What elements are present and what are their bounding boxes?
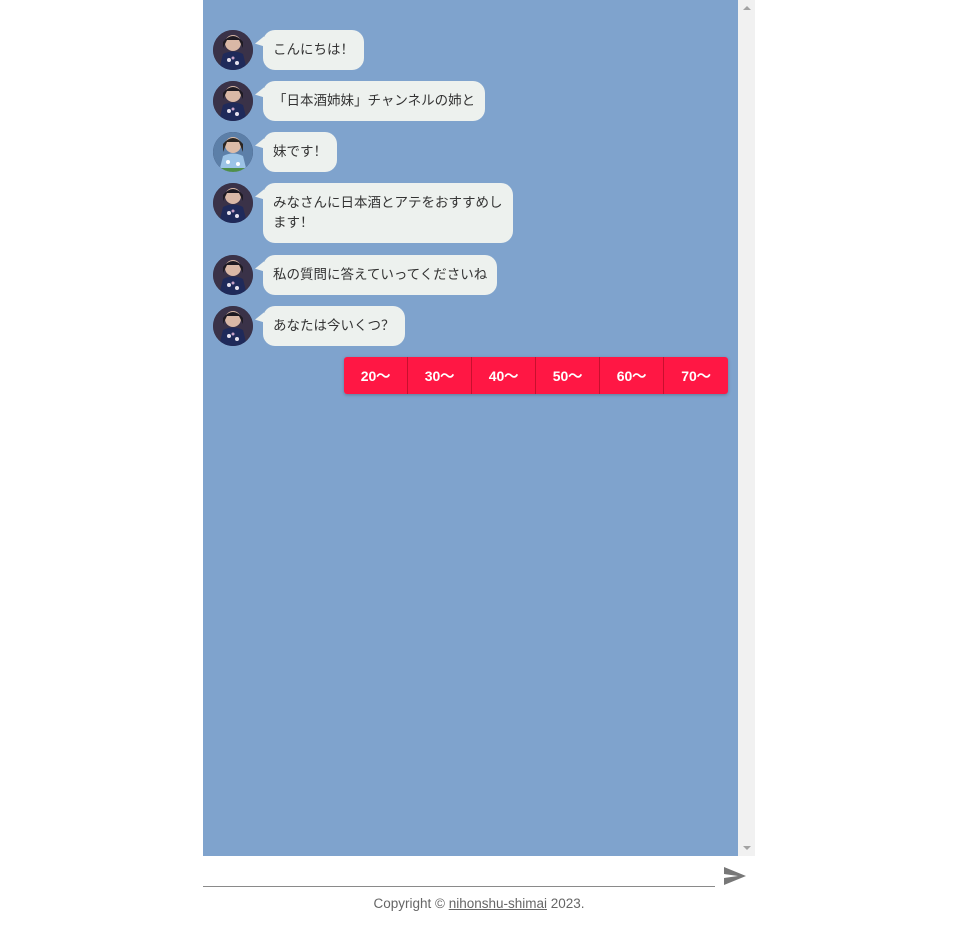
choice-button-50[interactable]: 50〜 [536,357,600,394]
message-bubble: 「日本酒姉妹」チャンネルの姉と [263,81,486,121]
message-bubble: みなさんに日本酒とアテをおすすめします！ [263,183,513,243]
sister-avatar [213,183,253,223]
copyright-suffix: 2023. [547,896,585,911]
send-button[interactable] [722,864,748,888]
choice-button-30[interactable]: 30〜 [408,357,472,394]
chat-scrollbar[interactable] [738,0,755,856]
chat-area: こんにちは！ 「日本酒姉妹」チャンネルの姉と 妹です！ みなさんに日本酒とアテを… [203,0,738,856]
sister-avatar [213,81,253,121]
send-icon [724,867,746,885]
message-bubble: こんにちは！ [263,30,364,70]
sister-avatar [213,30,253,70]
message-input[interactable] [203,862,715,886]
younger-sister-avatar [213,132,253,172]
choice-button-60[interactable]: 60〜 [600,357,664,394]
message-bubble: あなたは今いくつ？ [263,306,405,346]
message-bubble: 妹です！ [263,132,337,172]
sister-avatar [213,306,253,346]
message-bubble: 私の質問に答えていってくださいね [263,255,498,295]
sister-avatar [213,255,253,295]
footer: Copyright © nihonshu-shimai 2023. [203,896,755,911]
scroll-down-arrow-icon[interactable] [743,846,751,850]
choice-button-70[interactable]: 70〜 [664,357,728,394]
input-underline [203,886,715,887]
scroll-up-arrow-icon[interactable] [743,6,751,10]
choice-button-20[interactable]: 20〜 [344,357,408,394]
choice-button-40[interactable]: 40〜 [472,357,536,394]
copyright-prefix: Copyright © [373,896,449,911]
age-choice-group: 20〜 30〜 40〜 50〜 60〜 70〜 [344,357,728,394]
footer-link[interactable]: nihonshu-shimai [449,896,547,911]
